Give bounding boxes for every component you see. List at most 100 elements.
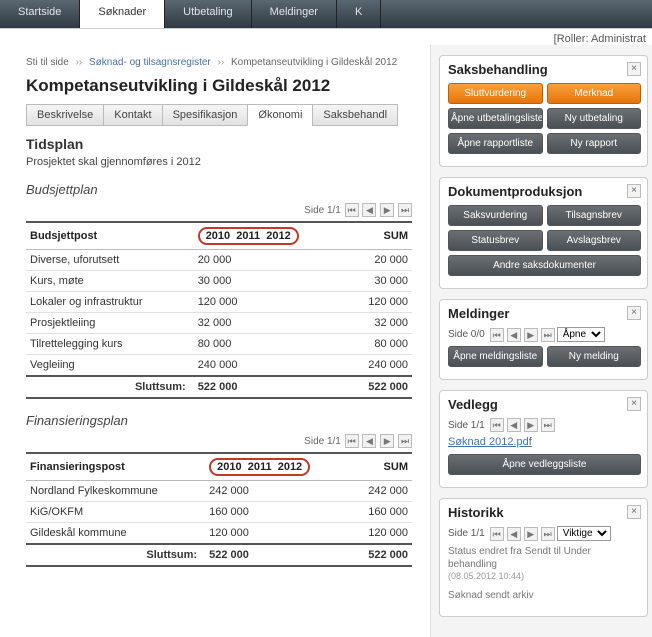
table-row: Nordland Fylkeskommune242 000242 000 — [26, 481, 412, 502]
col-budsjettpost: Budsjettpost — [26, 222, 194, 250]
pager-last-icon[interactable]: ⏭ — [398, 203, 412, 217]
nav-meldinger[interactable]: Meldinger — [252, 0, 337, 28]
breadcrumb-link-register[interactable]: Søknad- og tilsagnsregister — [89, 57, 211, 68]
row-sum: 120 000 — [349, 523, 412, 545]
btn-statusbrev[interactable]: Statusbrev — [448, 230, 543, 251]
total-label: Sluttsum: — [26, 544, 205, 566]
budsjett-total-row: Sluttsum: 522 000 522 000 — [26, 376, 412, 398]
row-y2010: 80 000 — [194, 334, 346, 355]
nav-more[interactable]: K — [337, 0, 381, 28]
table-row: Prosjektleiing32 00032 000 — [26, 313, 412, 334]
pager-last-icon[interactable]: ⏭ — [541, 527, 555, 541]
tab-saksbehandling[interactable]: Saksbehandl — [312, 104, 398, 126]
table-row: Diverse, uforutsett20 00020 000 — [26, 250, 412, 271]
pager-next-icon[interactable]: ▶ — [380, 434, 394, 448]
btn-saksvurdering[interactable]: Saksvurdering — [448, 205, 543, 226]
pager-first-icon[interactable]: ⏮ — [490, 418, 504, 432]
nav-startside[interactable]: Startside — [0, 0, 80, 28]
top-nav: Startside Søknader Utbetaling Meldinger … — [0, 0, 652, 28]
row-sum: 32 000 — [346, 313, 413, 334]
btn-apne-vedleggsliste[interactable]: Åpne vedleggsliste — [448, 454, 641, 475]
collapse-icon[interactable]: × — [627, 184, 641, 198]
pager-next-icon[interactable]: ▶ — [524, 527, 538, 541]
collapse-icon[interactable]: × — [627, 306, 641, 320]
collapse-icon[interactable]: × — [627, 397, 641, 411]
roles-value: Administrat — [591, 33, 646, 45]
tidsplan-text: Prosjektet skal gjennomføres i 2012 — [26, 156, 412, 168]
budsjett-pager: Side 1/1 ⏮ ◀ ▶ ⏭ — [26, 203, 412, 217]
breadcrumb-sep-icon: ›› — [76, 57, 83, 68]
pager-prev-icon[interactable]: ◀ — [507, 328, 521, 342]
year-highlight-icon: 2010 2011 2012 — [198, 227, 299, 245]
pager-prev-icon[interactable]: ◀ — [362, 203, 376, 217]
total-label: Sluttsum: — [26, 376, 194, 398]
pager-next-icon[interactable]: ▶ — [524, 418, 538, 432]
btn-tilsagnsbrev[interactable]: Tilsagnsbrev — [547, 205, 642, 226]
row-label: Tilrettelegging kurs — [26, 334, 194, 355]
year-2012: 2012 — [278, 461, 302, 473]
pager-first-icon[interactable]: ⏮ — [490, 527, 504, 541]
table-row: Lokaler og infrastruktur120 000120 000 — [26, 292, 412, 313]
btn-ny-melding[interactable]: Ny melding — [547, 346, 642, 367]
table-row: Vegleiing240 000240 000 — [26, 355, 412, 377]
pager-last-icon[interactable]: ⏭ — [541, 328, 555, 342]
vedlegg-file-link[interactable]: Søknad 2012.pdf — [448, 436, 532, 448]
page-title: Kompetanseutvikling i Gildeskål 2012 — [26, 76, 412, 96]
row-y2010: 20 000 — [194, 250, 346, 271]
pager-first-icon[interactable]: ⏮ — [345, 203, 359, 217]
breadcrumb-sep-icon: ›› — [218, 57, 225, 68]
breadcrumb-current: Kompetanseutvikling i Gildeskål 2012 — [231, 57, 397, 68]
finans-total-row: Sluttsum: 522 000 522 000 — [26, 544, 412, 566]
panel-title: Vedlegg — [448, 397, 641, 412]
btn-sluttvurdering[interactable]: Sluttvurdering — [448, 83, 543, 104]
btn-merknad[interactable]: Merknad — [547, 83, 642, 104]
row-label: Gildeskål kommune — [26, 523, 205, 545]
row-y2010: 120 000 — [194, 292, 346, 313]
pager-last-icon[interactable]: ⏭ — [541, 418, 555, 432]
row-sum: 242 000 — [349, 481, 412, 502]
tab-spesifikasjon[interactable]: Spesifikasjon — [162, 104, 249, 126]
row-sum: 20 000 — [346, 250, 413, 271]
pager-label: Side 0/0 — [448, 329, 485, 340]
pager-prev-icon[interactable]: ◀ — [507, 418, 521, 432]
nav-utbetaling[interactable]: Utbetaling — [165, 0, 252, 28]
btn-andre-saksdokumenter[interactable]: Andre saksdokumenter — [448, 255, 641, 276]
collapse-icon[interactable]: × — [627, 505, 641, 519]
history-text: Status endret fra Sendt til Under behand… — [448, 545, 641, 571]
table-row: Gildeskål kommune120 000120 000 — [26, 523, 412, 545]
pager-first-icon[interactable]: ⏮ — [490, 328, 504, 342]
row-label: Diverse, uforutsett — [26, 250, 194, 271]
pager-next-icon[interactable]: ▶ — [524, 328, 538, 342]
row-label: Prosjektleiing — [26, 313, 194, 334]
row-label: Lokaler og infrastruktur — [26, 292, 194, 313]
tab-beskrivelse[interactable]: Beskrivelse — [26, 104, 104, 126]
sub-tabs: Beskrivelse Kontakt Spesifikasjon Økonom… — [26, 104, 412, 126]
nav-soknader[interactable]: Søknader — [80, 0, 165, 28]
meldinger-filter-select[interactable]: Åpne — [557, 327, 605, 342]
row-y2010: 30 000 — [194, 271, 346, 292]
col-years: 2010 2011 2012 — [194, 222, 346, 250]
panel-title: Saksbehandling — [448, 62, 641, 77]
pager-prev-icon[interactable]: ◀ — [507, 527, 521, 541]
btn-apne-utbetalingsliste[interactable]: Åpne utbetalingsliste — [448, 108, 543, 129]
btn-apne-rapportliste[interactable]: Åpne rapportliste — [448, 133, 543, 154]
historikk-filter-select[interactable]: Viktige — [557, 526, 611, 541]
pager-prev-icon[interactable]: ◀ — [362, 434, 376, 448]
collapse-icon[interactable]: × — [627, 62, 641, 76]
pager-next-icon[interactable]: ▶ — [380, 203, 394, 217]
year-highlight-icon: 2010 2011 2012 — [209, 458, 310, 476]
year-2012: 2012 — [266, 230, 290, 242]
panel-historikk: × Historikk Side 1/1 ⏮ ◀ ▶ ⏭ Viktige Sta… — [439, 498, 648, 617]
btn-apne-meldingsliste[interactable]: Åpne meldingsliste — [448, 346, 543, 367]
btn-ny-utbetaling[interactable]: Ny utbetaling — [547, 108, 642, 129]
pager-last-icon[interactable]: ⏭ — [398, 434, 412, 448]
tab-kontakt[interactable]: Kontakt — [103, 104, 162, 126]
tab-okonomi[interactable]: Økonomi — [247, 104, 313, 126]
history-text: Søknad sendt arkiv — [448, 589, 641, 602]
btn-avslagsbrev[interactable]: Avslagsbrev — [547, 230, 642, 251]
panel-vedlegg: × Vedlegg Side 1/1 ⏮ ◀ ▶ ⏭ Søknad 2012.p… — [439, 390, 648, 488]
total-sum: 522 000 — [349, 544, 412, 566]
btn-ny-rapport[interactable]: Ny rapport — [547, 133, 642, 154]
panel-title: Historikk — [448, 505, 641, 520]
pager-first-icon[interactable]: ⏮ — [345, 434, 359, 448]
